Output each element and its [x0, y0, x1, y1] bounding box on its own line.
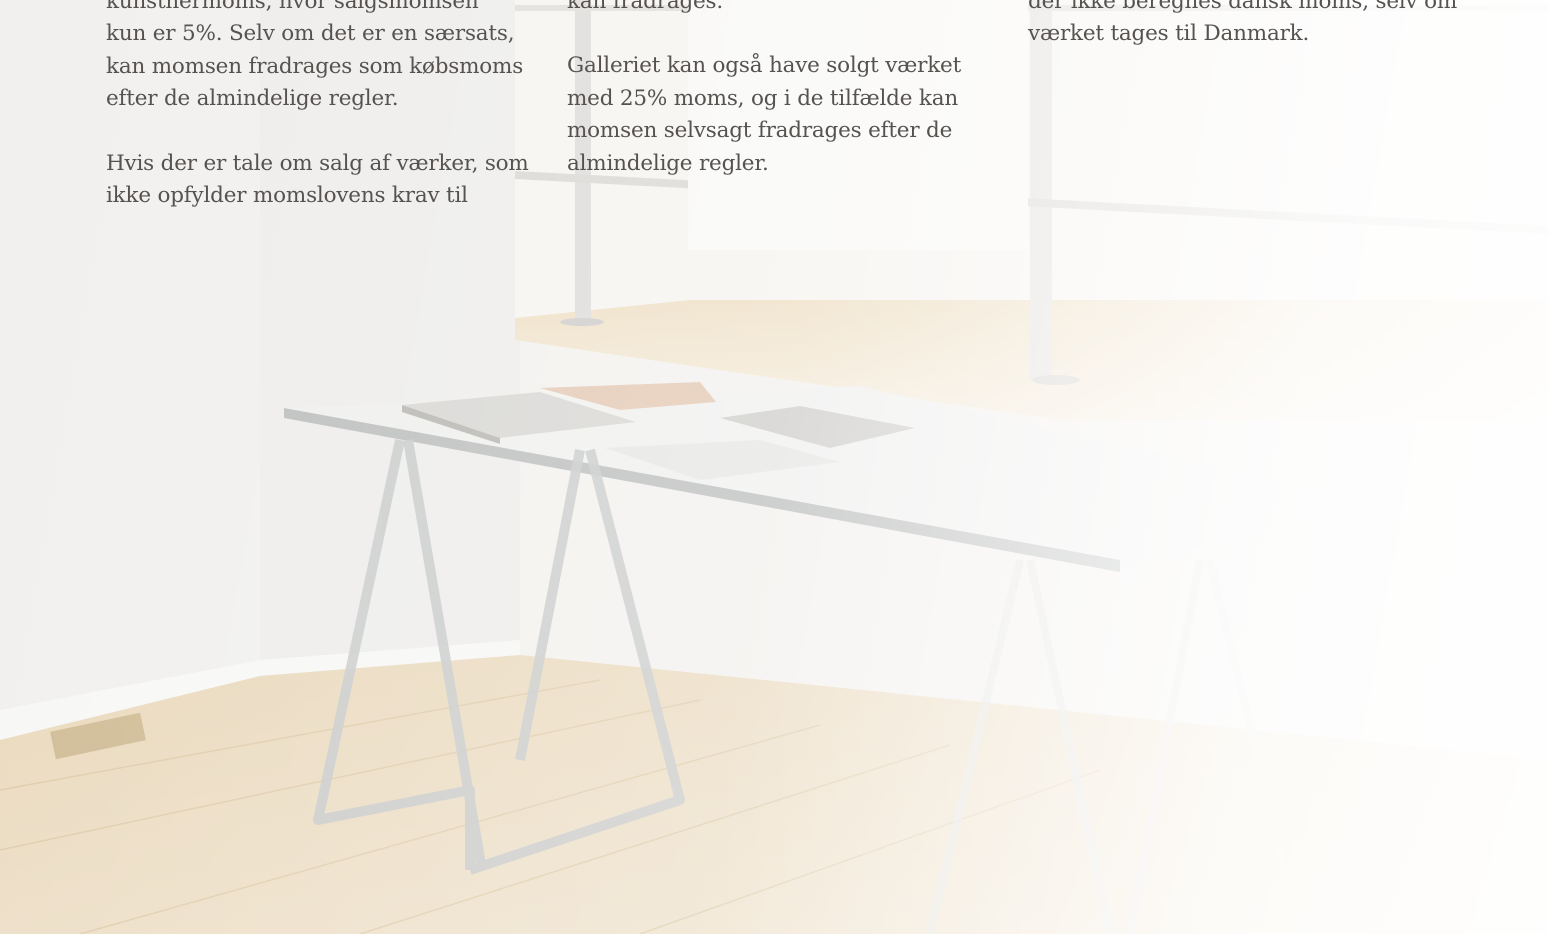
text-line: værket tages til Danmark.: [1028, 21, 1310, 47]
text-line: ikke opfylder momslovens krav til: [106, 183, 468, 209]
text-line: Hvis der er tale om salg af værker, som: [106, 150, 529, 176]
paragraph: Hvis der er tale om salg af værker, som …: [106, 148, 529, 213]
text-column-3: der ikke beregnes dansk moms, selv om væ…: [1028, 0, 1457, 83]
text-line: Galleriet kan også have solgt værket: [567, 53, 962, 79]
paragraph: der ikke beregnes dansk moms, selv om væ…: [1028, 0, 1457, 51]
text-line: kun er 5%. Selv om det er en særsats,: [106, 21, 515, 47]
paragraph: kan fradrages.: [567, 0, 961, 18]
paragraph: kunstnermoms, hvor salgsmomsen kun er 5%…: [106, 0, 529, 116]
text-column-2: kan fradrages. Galleriet kan også have s…: [567, 0, 961, 212]
text-line: kan fradrages.: [567, 0, 723, 14]
text-line: efter de almindelige regler.: [106, 86, 399, 112]
text-line: med 25% moms, og i de tilfælde kan: [567, 85, 958, 111]
text-line: der ikke beregnes dansk moms, selv om: [1028, 0, 1458, 14]
text-line: almindelige regler.: [567, 150, 769, 176]
text-line: kunstnermoms, hvor salgsmomsen: [106, 0, 479, 14]
text-line: kan momsen fradrages som købsmoms: [106, 53, 524, 79]
paragraph: Galleriet kan også have solgt værket med…: [567, 50, 961, 180]
text-column-1: kunstnermoms, hvor salgsmomsen kun er 5%…: [106, 0, 529, 244]
text-line: momsen selvsagt fradrages efter de: [567, 118, 953, 144]
